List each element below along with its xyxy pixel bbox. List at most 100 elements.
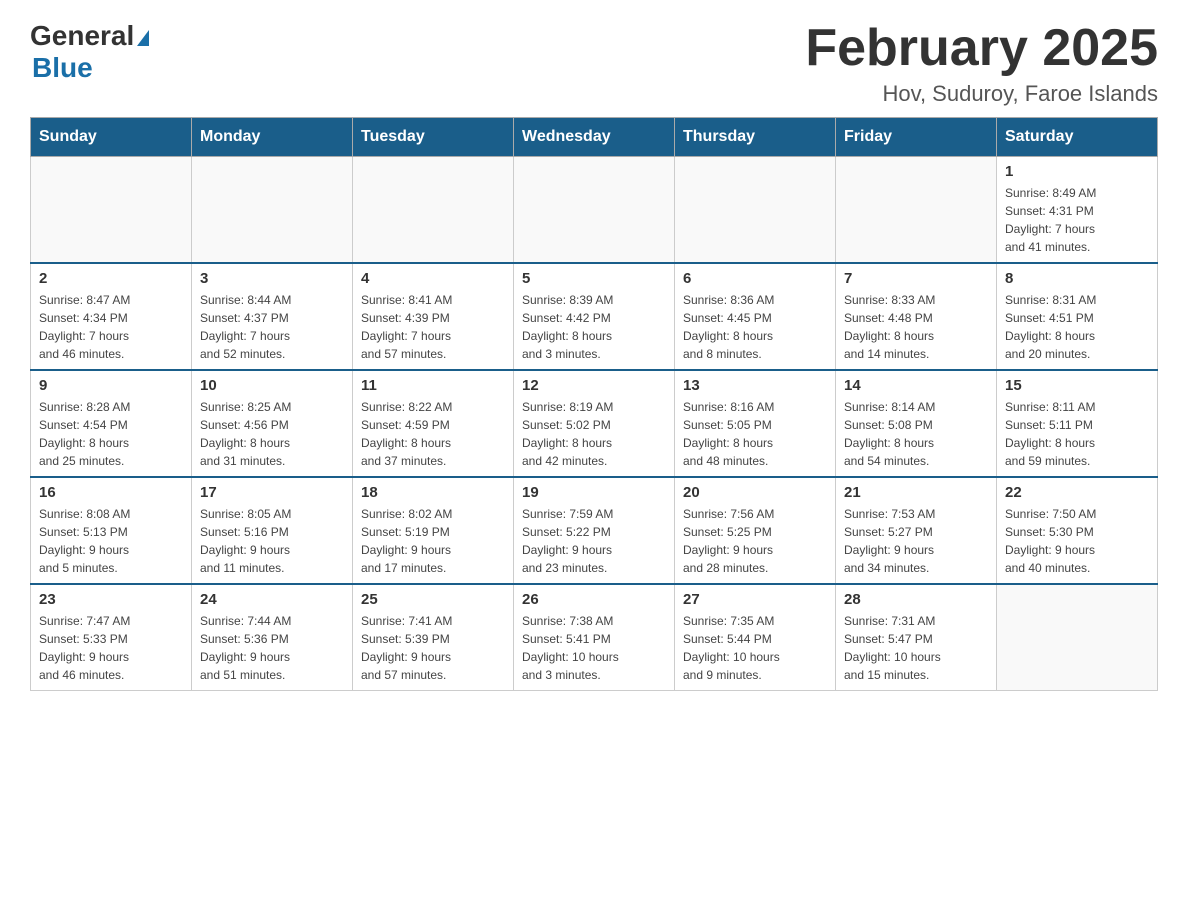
day-number: 26: [522, 591, 666, 608]
day-detail: Sunrise: 8:39 AM Sunset: 4:42 PM Dayligh…: [522, 291, 666, 363]
logo: General Blue: [30, 20, 149, 84]
calendar-week-row: 2Sunrise: 8:47 AM Sunset: 4:34 PM Daylig…: [31, 263, 1158, 370]
day-detail: Sunrise: 8:31 AM Sunset: 4:51 PM Dayligh…: [1005, 291, 1149, 363]
page-header: General Blue February 2025 Hov, Suduroy,…: [30, 20, 1158, 107]
calendar-cell: 26 Sunrise: 7:38 AM Sunset: 5:41 PM Dayli…: [514, 584, 675, 691]
day-number: 27: [683, 591, 827, 608]
day-number: 15: [1005, 377, 1149, 394]
day-detail: Sunrise: 8:02 AM Sunset: 5:19 PM Dayligh…: [361, 505, 505, 577]
day-detail: Sunrise: 8:08 AM Sunset: 5:13 PM Dayligh…: [39, 505, 183, 577]
day-number: 12: [522, 377, 666, 394]
day-number: 22: [1005, 484, 1149, 501]
day-detail: Sunrise: 8:36 AM Sunset: 4:45 PM Dayligh…: [683, 291, 827, 363]
calendar-cell: 12 Sunrise: 8:19 AM Sunset: 5:02 PM Dayli…: [514, 370, 675, 477]
calendar-cell: 20 Sunrise: 7:56 AM Sunset: 5:25 PM Dayli…: [675, 477, 836, 584]
calendar-cell: [997, 584, 1158, 691]
calendar-cell: 22 Sunrise: 7:50 AM Sunset: 5:30 PM Dayli…: [997, 477, 1158, 584]
weekday-header-saturday: Saturday: [997, 118, 1158, 157]
day-number: 25: [361, 591, 505, 608]
day-detail: Sunrise: 7:41 AM Sunset: 5:39 PM Dayligh…: [361, 612, 505, 684]
day-number: 3: [200, 270, 344, 287]
calendar-cell: 21Sunrise: 7:53 AM Sunset: 5:27 PM Dayli…: [836, 477, 997, 584]
calendar-cell: 23 Sunrise: 7:47 AM Sunset: 5:33 PM Dayli…: [31, 584, 192, 691]
calendar-cell: 18 Sunrise: 8:02 AM Sunset: 5:19 PM Dayli…: [353, 477, 514, 584]
logo-triangle-icon: [137, 30, 149, 46]
day-detail: Sunrise: 7:47 AM Sunset: 5:33 PM Dayligh…: [39, 612, 183, 684]
day-detail: Sunrise: 8:47 AM Sunset: 4:34 PM Dayligh…: [39, 291, 183, 363]
calendar-subtitle: Hov, Suduroy, Faroe Islands: [805, 81, 1158, 107]
day-detail: Sunrise: 8:41 AM Sunset: 4:39 PM Dayligh…: [361, 291, 505, 363]
calendar-cell: 6Sunrise: 8:36 AM Sunset: 4:45 PM Daylig…: [675, 263, 836, 370]
weekday-header-thursday: Thursday: [675, 118, 836, 157]
calendar-cell: 5Sunrise: 8:39 AM Sunset: 4:42 PM Daylig…: [514, 263, 675, 370]
calendar-cell: 28 Sunrise: 7:31 AM Sunset: 5:47 PM Dayli…: [836, 584, 997, 691]
day-number: 24: [200, 591, 344, 608]
day-number: 11: [361, 377, 505, 394]
weekday-header-row: SundayMondayTuesdayWednesdayThursdayFrid…: [31, 118, 1158, 157]
weekday-header-sunday: Sunday: [31, 118, 192, 157]
calendar-cell: 2Sunrise: 8:47 AM Sunset: 4:34 PM Daylig…: [31, 263, 192, 370]
day-number: 8: [1005, 270, 1149, 287]
day-detail: Sunrise: 8:33 AM Sunset: 4:48 PM Dayligh…: [844, 291, 988, 363]
day-detail: Sunrise: 8:28 AM Sunset: 4:54 PM Dayligh…: [39, 398, 183, 470]
calendar-cell: 3 Sunrise: 8:44 AM Sunset: 4:37 PM Daylig…: [192, 263, 353, 370]
day-number: 19: [522, 484, 666, 501]
day-detail: Sunrise: 8:16 AM Sunset: 5:05 PM Dayligh…: [683, 398, 827, 470]
calendar-cell: 1 Sunrise: 8:49 AM Sunset: 4:31 PM Daylig…: [997, 157, 1158, 264]
calendar-cell: 9 Sunrise: 8:28 AM Sunset: 4:54 PM Daylig…: [31, 370, 192, 477]
calendar-week-row: 9 Sunrise: 8:28 AM Sunset: 4:54 PM Daylig…: [31, 370, 1158, 477]
calendar-cell: 15 Sunrise: 8:11 AM Sunset: 5:11 PM Dayli…: [997, 370, 1158, 477]
calendar-cell: 14Sunrise: 8:14 AM Sunset: 5:08 PM Dayli…: [836, 370, 997, 477]
day-number: 4: [361, 270, 505, 287]
day-number: 9: [39, 377, 183, 394]
day-detail: Sunrise: 7:50 AM Sunset: 5:30 PM Dayligh…: [1005, 505, 1149, 577]
calendar-cell: [836, 157, 997, 264]
calendar-week-row: 23 Sunrise: 7:47 AM Sunset: 5:33 PM Dayli…: [31, 584, 1158, 691]
calendar-cell: 19 Sunrise: 7:59 AM Sunset: 5:22 PM Dayli…: [514, 477, 675, 584]
day-number: 23: [39, 591, 183, 608]
day-number: 14: [844, 377, 988, 394]
day-detail: Sunrise: 7:35 AM Sunset: 5:44 PM Dayligh…: [683, 612, 827, 684]
calendar-title: February 2025: [805, 20, 1158, 77]
calendar-cell: [353, 157, 514, 264]
day-number: 16: [39, 484, 183, 501]
calendar-cell: 4 Sunrise: 8:41 AM Sunset: 4:39 PM Daylig…: [353, 263, 514, 370]
calendar-cell: 24 Sunrise: 7:44 AM Sunset: 5:36 PM Dayli…: [192, 584, 353, 691]
day-detail: Sunrise: 8:44 AM Sunset: 4:37 PM Dayligh…: [200, 291, 344, 363]
calendar-cell: 13Sunrise: 8:16 AM Sunset: 5:05 PM Dayli…: [675, 370, 836, 477]
day-number: 18: [361, 484, 505, 501]
weekday-header-friday: Friday: [836, 118, 997, 157]
calendar-week-row: 16 Sunrise: 8:08 AM Sunset: 5:13 PM Dayli…: [31, 477, 1158, 584]
weekday-header-wednesday: Wednesday: [514, 118, 675, 157]
calendar-cell: [31, 157, 192, 264]
day-detail: Sunrise: 8:05 AM Sunset: 5:16 PM Dayligh…: [200, 505, 344, 577]
calendar-cell: [514, 157, 675, 264]
day-detail: Sunrise: 8:19 AM Sunset: 5:02 PM Dayligh…: [522, 398, 666, 470]
calendar-table: SundayMondayTuesdayWednesdayThursdayFrid…: [30, 117, 1158, 691]
day-detail: Sunrise: 7:38 AM Sunset: 5:41 PM Dayligh…: [522, 612, 666, 684]
day-number: 7: [844, 270, 988, 287]
day-detail: Sunrise: 8:49 AM Sunset: 4:31 PM Dayligh…: [1005, 184, 1149, 256]
day-detail: Sunrise: 7:31 AM Sunset: 5:47 PM Dayligh…: [844, 612, 988, 684]
calendar-cell: 10Sunrise: 8:25 AM Sunset: 4:56 PM Dayli…: [192, 370, 353, 477]
day-number: 20: [683, 484, 827, 501]
calendar-cell: 27 Sunrise: 7:35 AM Sunset: 5:44 PM Dayli…: [675, 584, 836, 691]
day-number: 1: [1005, 163, 1149, 180]
day-detail: Sunrise: 7:44 AM Sunset: 5:36 PM Dayligh…: [200, 612, 344, 684]
day-detail: Sunrise: 8:11 AM Sunset: 5:11 PM Dayligh…: [1005, 398, 1149, 470]
calendar-cell: [192, 157, 353, 264]
weekday-header-tuesday: Tuesday: [353, 118, 514, 157]
calendar-cell: 8 Sunrise: 8:31 AM Sunset: 4:51 PM Daylig…: [997, 263, 1158, 370]
calendar-cell: 17Sunrise: 8:05 AM Sunset: 5:16 PM Dayli…: [192, 477, 353, 584]
day-detail: Sunrise: 7:59 AM Sunset: 5:22 PM Dayligh…: [522, 505, 666, 577]
day-detail: Sunrise: 8:22 AM Sunset: 4:59 PM Dayligh…: [361, 398, 505, 470]
logo-general-text: General: [30, 20, 134, 52]
logo-blue-text: Blue: [30, 52, 93, 83]
calendar-cell: [675, 157, 836, 264]
title-section: February 2025 Hov, Suduroy, Faroe Island…: [805, 20, 1158, 107]
day-number: 28: [844, 591, 988, 608]
calendar-cell: 25 Sunrise: 7:41 AM Sunset: 5:39 PM Dayli…: [353, 584, 514, 691]
calendar-cell: 7 Sunrise: 8:33 AM Sunset: 4:48 PM Daylig…: [836, 263, 997, 370]
day-number: 10: [200, 377, 344, 394]
day-detail: Sunrise: 7:56 AM Sunset: 5:25 PM Dayligh…: [683, 505, 827, 577]
